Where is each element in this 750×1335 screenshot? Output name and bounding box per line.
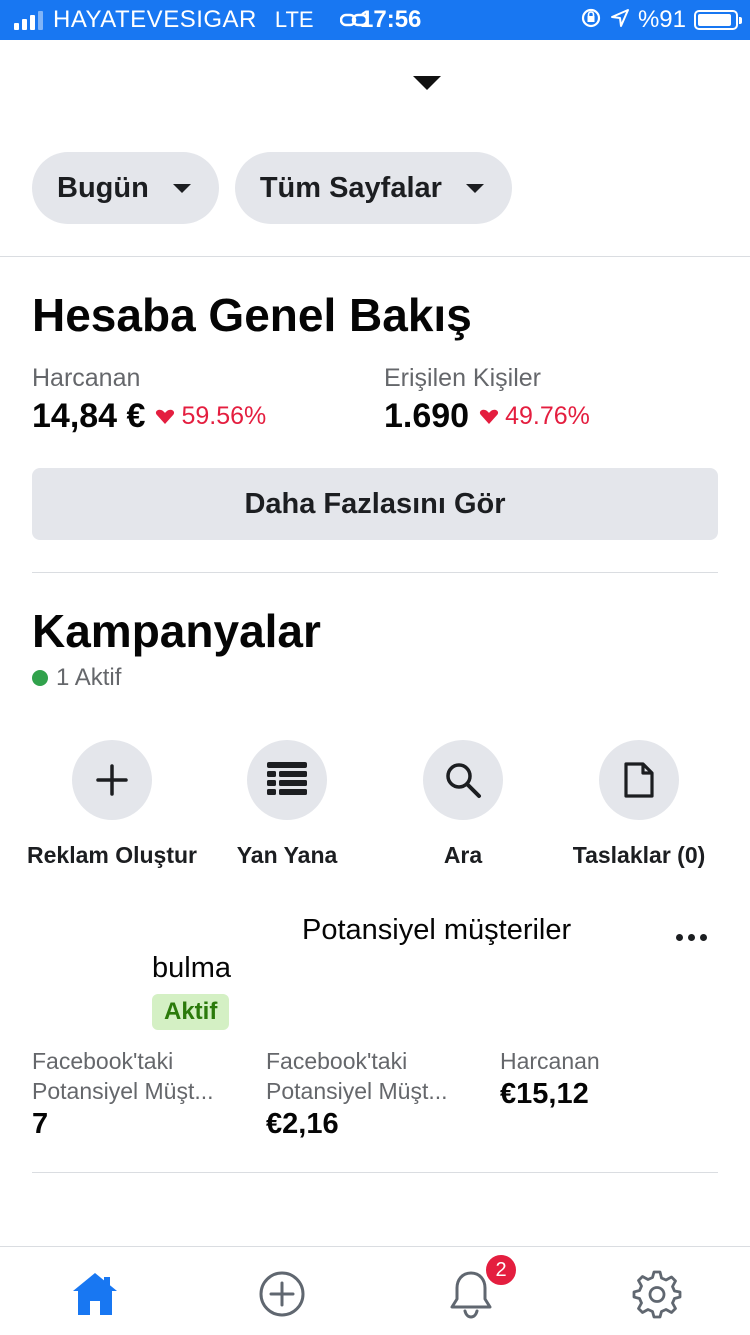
filter-bar: Bugün Tüm Sayfalar (32, 152, 512, 224)
campaign-name-continued[interactable]: bulma (152, 952, 231, 985)
page-filter-label: Tüm Sayfalar (259, 171, 442, 204)
campaign-name[interactable]: Potansiyel müşteriler (302, 914, 571, 947)
campaign-thumbnail[interactable] (32, 914, 144, 1026)
draft-icon (624, 762, 654, 798)
side-by-side-action[interactable]: Yan Yana (197, 740, 377, 869)
stat-label: Potansiyel Müşt... (32, 1078, 214, 1104)
divider (0, 256, 750, 257)
chevron-down-icon (465, 183, 484, 193)
create-ad-action[interactable]: Reklam Oluştur (22, 740, 202, 869)
stat-value: €15,12 (500, 1078, 589, 1110)
add-circle-icon (259, 1271, 305, 1317)
network-type: LTE (274, 7, 314, 32)
search-action[interactable]: Ara (373, 740, 553, 869)
chevron-down-icon (172, 183, 191, 193)
stat-label: Potansiyel Müşt... (266, 1078, 448, 1104)
reach-metric: Erişilen Kişiler 1.690 49.76% (384, 364, 590, 436)
campaign-stat-leads: Facebook'taki Potansiyel Müşt... 7 (32, 1046, 252, 1141)
stat-value: 7 (32, 1108, 49, 1140)
page-filter-button[interactable]: Tüm Sayfalar (234, 152, 512, 224)
status-bar: HAYATEVESIGAR LTE 17:56 %91 (0, 0, 750, 40)
location-arrow-icon (610, 8, 630, 33)
side-by-side-button[interactable] (247, 740, 327, 820)
search-icon (446, 763, 481, 798)
plus-icon (96, 764, 128, 796)
stat-label: Facebook'taki (32, 1048, 174, 1074)
drafts-action[interactable]: Taslaklar (0) (549, 740, 729, 869)
stat-value: €2,16 (266, 1108, 339, 1140)
overview-title: Hesaba Genel Bakış (32, 289, 472, 341)
bottom-tab-bar (0, 1246, 750, 1335)
divider (32, 572, 718, 573)
side-by-side-label: Yan Yana (236, 842, 338, 868)
search-label: Ara (443, 842, 483, 868)
spent-label: Harcanan (32, 364, 141, 392)
settings-gear-icon (632, 1270, 682, 1319)
spent-value: 14,84 € (32, 397, 146, 435)
campaign-stat-cost-per-lead: Facebook'taki Potansiyel Müşt... €2,16 (266, 1046, 486, 1141)
see-more-button[interactable]: Daha Fazlasını Gör (32, 468, 718, 540)
active-status-dot (32, 670, 48, 686)
stat-label: Facebook'taki (266, 1048, 408, 1074)
carrier-name: HAYATEVESIGAR (53, 6, 257, 33)
campaigns-title: Kampanyalar (32, 605, 321, 657)
active-count-label: 1 Aktif (56, 664, 122, 691)
decrease-icon (156, 409, 175, 424)
search-button[interactable] (423, 740, 503, 820)
decrease-icon (480, 409, 499, 424)
drafts-button[interactable] (599, 740, 679, 820)
home-icon (73, 1273, 117, 1315)
date-filter-label: Bugün (57, 171, 149, 204)
settings-tab[interactable] (630, 1267, 684, 1321)
spent-change: 59.56% (181, 402, 267, 430)
home-tab[interactable] (68, 1267, 122, 1321)
list-icon (267, 762, 307, 795)
reach-label: Erişilen Kişiler (384, 364, 541, 392)
signal-strength-icon (14, 10, 43, 30)
drafts-label: Taslaklar (0) (572, 842, 706, 868)
stat-label: Harcanan (500, 1048, 600, 1074)
clock: 17:56 (360, 6, 422, 33)
create-tab[interactable] (255, 1267, 309, 1321)
account-switcher-caret-icon[interactable] (413, 76, 441, 90)
divider (32, 1172, 718, 1173)
battery-icon (694, 10, 742, 30)
active-campaigns-count: 1 Aktif (32, 664, 121, 692)
battery-percent: %91 (637, 6, 686, 33)
more-options-icon[interactable] (676, 934, 707, 941)
spent-metric: Harcanan 14,84 € 59.56% (32, 364, 266, 436)
create-ad-label: Reklam Oluştur (27, 842, 197, 868)
reach-change: 49.76% (505, 402, 590, 430)
rotation-lock-icon (580, 7, 602, 34)
notification-count-badge: 2 (484, 1253, 518, 1287)
status-badge: Aktif (152, 994, 230, 1030)
create-ad-button[interactable] (72, 740, 152, 820)
date-filter-button[interactable]: Bugün (32, 152, 219, 224)
reach-value: 1.690 (384, 397, 470, 435)
campaign-stat-spent: Harcanan €15,12 (500, 1046, 720, 1111)
